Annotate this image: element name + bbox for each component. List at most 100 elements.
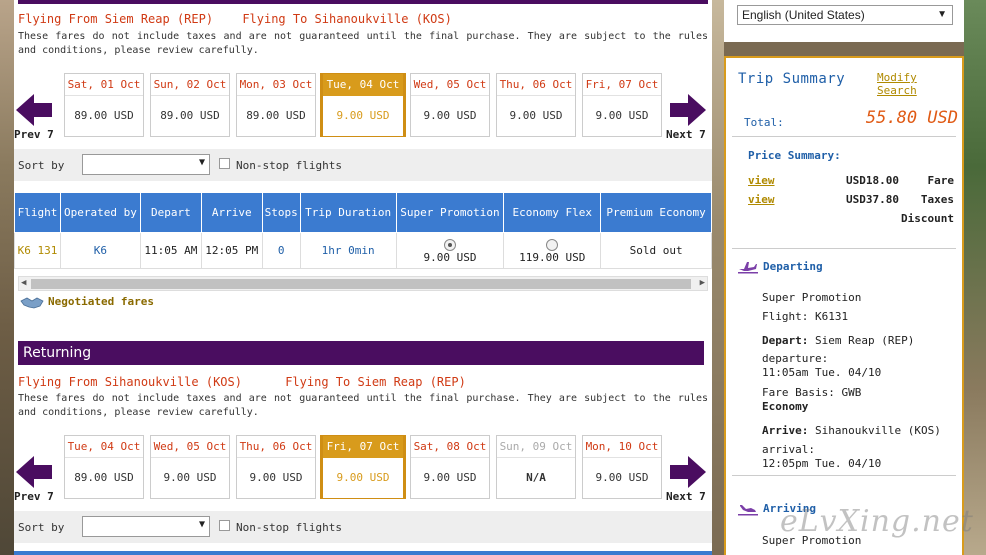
sort-select[interactable]: ▼ — [82, 154, 210, 175]
background-left — [0, 0, 14, 555]
departing-summary-title: Departing — [738, 260, 823, 274]
prev-arrow-icon[interactable] — [16, 94, 52, 126]
returning-header: Returning — [18, 341, 704, 365]
date-cell[interactable]: Fri, 07 Oct 9.00 USD — [582, 73, 662, 137]
economy-flex-price: 119.00 USD — [519, 250, 586, 264]
super-promotion-cell: 9.00 USD — [395, 232, 505, 269]
depart-time: 11:05 AM — [139, 232, 202, 269]
prev-7-link[interactable]: Prev 7 — [14, 490, 54, 503]
route-from: Flying From Sihanoukville (KOS) — [18, 375, 242, 389]
date-cell[interactable]: Sun, 02 Oct 89.00 USD — [150, 73, 230, 137]
dropdown-caret-icon: ▼ — [198, 519, 205, 530]
returning-route: Flying From Sihanoukville (KOS) Flying T… — [18, 375, 466, 389]
date-cell[interactable]: Thu, 06 Oct 9.00 USD — [236, 435, 316, 499]
date-cell[interactable]: Tue, 04 Oct 89.00 USD — [64, 435, 144, 499]
departing-fare-type: Super Promotion — [762, 291, 862, 304]
date-price: 9.00 USD — [336, 109, 390, 122]
scroll-left-icon[interactable]: ◀ — [21, 278, 26, 288]
date-label: Mon, 10 Oct — [583, 436, 661, 458]
section-top-bar — [18, 0, 708, 4]
scroll-right-icon[interactable]: ▶ — [700, 278, 705, 288]
dropdown-caret-icon: ▼ — [937, 9, 947, 20]
view-taxes-link[interactable]: view — [748, 193, 775, 206]
handshake-icon — [20, 297, 44, 309]
fare-label: Fare — [927, 174, 955, 187]
background-right — [964, 0, 986, 555]
language-panel: English (United States) ▼ — [724, 0, 964, 42]
divider — [732, 136, 956, 137]
col-depart: Depart — [139, 192, 202, 233]
depart-place: Siem Reap (REP) — [814, 334, 915, 347]
col-arrive: Arrive — [200, 192, 263, 233]
date-label: Sat, 08 Oct — [411, 436, 489, 458]
date-price: 9.00 USD — [423, 109, 477, 122]
premium-economy-status: Sold out — [600, 232, 712, 269]
price-row-fare: view USD18.00 Fare — [748, 174, 954, 190]
economy-flex-radio[interactable] — [546, 238, 559, 251]
trip-duration: 1hr 0min — [299, 232, 397, 269]
date-price: 9.00 USD — [595, 471, 649, 484]
departure-time: 11:05am Tue. 04/10 — [762, 366, 882, 379]
divider — [732, 475, 956, 476]
route-to: Flying To Siem Reap (REP) — [285, 375, 466, 389]
fare-notice: These fares do not include taxes and are… — [18, 393, 708, 418]
col-super-promotion: Super Promotion — [395, 192, 505, 233]
background-middle — [712, 0, 724, 555]
prev-arrow-icon[interactable] — [16, 456, 52, 488]
col-stops: Stops — [261, 192, 301, 233]
departing-flight: Flight: K6131 — [762, 310, 849, 323]
arrive-label: Arrive: — [762, 424, 809, 437]
date-cell[interactable]: Mon, 10 Oct 9.00 USD — [582, 435, 662, 499]
date-label: Tue, 04 Oct — [65, 436, 143, 458]
arrival-time: 12:05pm Tue. 04/10 — [762, 457, 882, 470]
date-label: Sun, 02 Oct — [151, 74, 229, 96]
date-cell[interactable]: Wed, 05 Oct 9.00 USD — [150, 435, 230, 499]
language-select[interactable]: English (United States) ▼ — [737, 5, 953, 25]
negotiated-fares-label: Negotiated fares — [48, 295, 154, 308]
flight-selection-panel: Flying From Siem Reap (REP) Flying To Si… — [14, 0, 712, 555]
date-cell-selected[interactable]: Tue, 04 Oct 9.00 USD — [320, 73, 406, 137]
departing-arrive-line: Arrive: Sihanoukville (KOS) — [762, 423, 941, 438]
nonstop-label: Non-stop flights — [236, 159, 342, 172]
price-row-discount: Discount — [748, 212, 954, 228]
operator: K6 — [59, 232, 141, 269]
trip-summary-title: Trip Summary — [738, 71, 846, 87]
date-cell[interactable]: Sat, 08 Oct 9.00 USD — [410, 435, 490, 499]
date-price: 9.00 USD — [595, 109, 649, 122]
taxes-amount: USD37.80 — [846, 193, 899, 206]
nonstop-checkbox[interactable] — [219, 158, 230, 169]
nonstop-checkbox[interactable] — [219, 520, 230, 531]
next-7-link[interactable]: Next 7 — [666, 490, 706, 503]
sort-label: Sort by — [18, 159, 65, 172]
discount-label: Discount — [901, 212, 954, 225]
prev-7-link[interactable]: Prev 7 — [14, 128, 54, 141]
date-label: Sun, 09 Oct — [497, 436, 575, 458]
next-arrow-icon[interactable] — [670, 94, 706, 126]
date-price: 89.00 USD — [74, 109, 134, 122]
table-row: K6 131 K6 11:05 AM 12:05 PM 0 1hr 0min 9… — [14, 232, 712, 269]
fare-amount: USD18.00 — [846, 174, 899, 187]
date-cell-selected[interactable]: Fri, 07 Oct 9.00 USD — [320, 435, 406, 499]
view-fare-link[interactable]: view — [748, 174, 775, 187]
flight-number[interactable]: K6 131 — [14, 232, 61, 269]
date-cell[interactable]: Mon, 03 Oct 89.00 USD — [236, 73, 316, 137]
sort-row: Sort by ▼ Non-stop flights — [14, 511, 712, 543]
date-price: 9.00 USD — [336, 471, 390, 484]
next-arrow-icon[interactable] — [670, 456, 706, 488]
date-price: 89.00 USD — [246, 109, 306, 122]
plane-arriving-icon — [738, 505, 758, 516]
sort-select[interactable]: ▼ — [82, 516, 210, 537]
date-label: Thu, 06 Oct — [237, 436, 315, 458]
date-cell[interactable]: Sat, 01 Oct 89.00 USD — [64, 73, 144, 137]
date-cell[interactable]: Wed, 05 Oct 9.00 USD — [410, 73, 490, 137]
date-price: 9.00 USD — [163, 471, 217, 484]
scrollbar-thumb[interactable] — [31, 279, 691, 289]
returning-table-header-edge — [14, 551, 712, 555]
next-7-link[interactable]: Next 7 — [666, 128, 706, 141]
date-cell[interactable]: Thu, 06 Oct 9.00 USD — [496, 73, 576, 137]
super-promotion-radio[interactable] — [443, 238, 456, 251]
horizontal-scrollbar[interactable]: ◀ ▶ — [18, 276, 708, 291]
depart-label: Depart: — [762, 334, 809, 347]
modify-search-link[interactable]: Modify Search — [877, 71, 962, 97]
col-flight: Flight — [14, 192, 61, 233]
